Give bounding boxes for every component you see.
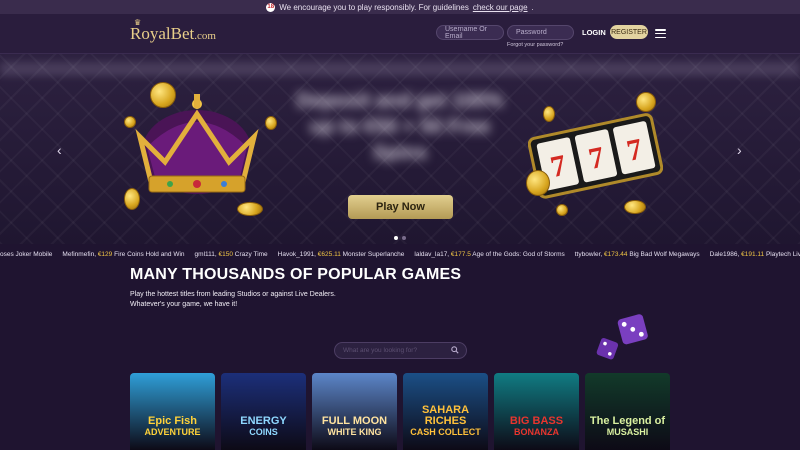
game-tiles: Epic Fish ADVENTURE ENERGY COINS FULL MOON WH… xyxy=(130,373,670,450)
password-input[interactable]: Password xyxy=(507,25,574,40)
blurred-strip xyxy=(0,62,800,76)
ticker-game[interactable]: Joker Mobile xyxy=(16,251,53,258)
ticker-item: gml111, €150 Crazy Time xyxy=(195,251,268,258)
gold-coin-icon xyxy=(150,82,176,108)
ticker-item: ttybowler, €173.44 Big Bad Wolf Megaways xyxy=(575,251,700,258)
carousel-dot[interactable] xyxy=(402,236,406,240)
ticker-item: oses Joker Mobile xyxy=(0,251,52,258)
game-tile[interactable]: The Legend of MUSASHI xyxy=(585,373,670,450)
ticker-game[interactable]: Age of the Gods: God of Storms xyxy=(472,251,565,258)
crown-icon: ♛ xyxy=(134,18,142,27)
game-title: Epic Fish ADVENTURE xyxy=(144,415,201,438)
hamburger-menu-icon[interactable] xyxy=(655,29,666,38)
ticker-amount: €191.11 xyxy=(741,250,766,258)
gold-coin-icon xyxy=(636,92,656,112)
ticker-game[interactable]: Playtech Live Roulette Lobby xyxy=(766,251,800,258)
game-tile[interactable]: Epic Fish ADVENTURE xyxy=(130,373,215,450)
gold-coin-icon xyxy=(124,116,136,128)
ticker-game[interactable]: Fire Coins Hold and Win xyxy=(114,251,184,258)
section-subtitle: Play the hottest titles from leading Stu… xyxy=(130,291,336,308)
carousel-next-icon[interactable]: › xyxy=(737,142,742,158)
ticker-user: ttybowler, xyxy=(574,250,605,258)
royalbet-logo[interactable]: ♛ RoyalBet.com xyxy=(130,18,216,44)
responsible-gaming-bar: 18 We encourage you to play responsibly.… xyxy=(0,0,800,14)
game-tile[interactable]: FULL MOON WHITE KING xyxy=(312,373,397,450)
register-button[interactable]: REGISTER xyxy=(610,25,648,39)
crown-illustration xyxy=(135,94,259,194)
ticker-amount: €625.11 xyxy=(317,250,343,258)
ticker-item: laldav_la17, €177.5 Age of the Gods: God… xyxy=(414,251,564,258)
ticker-user: Dale1986, xyxy=(709,250,742,258)
ticker-user: laldav_la17, xyxy=(414,250,451,258)
ticker-user: Mefinmefin, xyxy=(62,250,98,258)
responsible-gaming-text: We encourage you to play responsibly. Fo… xyxy=(279,2,469,12)
dice-illustration xyxy=(596,314,648,360)
ticker-amount: €177.5 xyxy=(450,250,473,258)
ticker-amount: €173.44 xyxy=(604,250,630,258)
guidelines-link[interactable]: check our page xyxy=(473,3,528,12)
game-search-input[interactable]: What are you looking for? xyxy=(334,342,467,359)
game-tile[interactable]: SAHARA RICHES CASH COLLECT xyxy=(403,373,488,450)
ticker-game[interactable]: Crazy Time xyxy=(235,251,268,258)
ticker-amount: €129 xyxy=(97,250,115,258)
carousel-dot-active[interactable] xyxy=(394,236,398,240)
promo-text: Deposit and get 100% up to €50 + 50 Free… xyxy=(296,90,504,164)
game-tile[interactable]: BIG BASS BONANZA xyxy=(494,373,579,450)
carousel-prev-icon[interactable]: ‹ xyxy=(57,142,62,158)
username-input[interactable]: Username Or Email xyxy=(436,25,504,40)
game-title: The Legend of MUSASHI xyxy=(589,415,666,438)
gold-coin-icon xyxy=(265,116,277,130)
winners-ticker: oses Joker Mobile Mefinmefin, €129 Fire C… xyxy=(0,247,800,261)
game-title: FULL MOON WHITE KING xyxy=(321,415,388,438)
hero-banner: ‹ › Deposit and get 100% up to €50 + 50 … xyxy=(0,54,800,244)
login-button[interactable]: LOGIN xyxy=(582,28,606,37)
gold-coin-icon xyxy=(543,106,555,122)
ticker-game[interactable]: Monster Superlanche xyxy=(343,251,405,258)
game-title: ENERGY COINS xyxy=(240,415,287,438)
game-title: SAHARA RICHES CASH COLLECT xyxy=(410,404,481,438)
ticker-amount: €150 xyxy=(218,250,235,258)
game-title: BIG BASS BONANZA xyxy=(509,415,564,438)
gold-coin-icon xyxy=(237,202,263,216)
gold-coin-icon xyxy=(124,188,140,210)
gold-coin-icon xyxy=(526,170,550,196)
ticker-user: oses xyxy=(0,250,16,258)
game-tile[interactable]: ENERGY COINS xyxy=(221,373,306,450)
gold-coin-icon xyxy=(556,204,568,216)
play-now-button[interactable]: Play Now xyxy=(348,195,453,219)
gold-coin-icon xyxy=(624,200,646,214)
ticker-item: Havok_1991, €625.11 Monster Superlanche xyxy=(278,251,405,258)
ticker-user: Havok_1991, xyxy=(277,250,318,258)
site-header: ♛ RoyalBet.com Username Or Email Password… xyxy=(0,14,800,54)
carousel-dots xyxy=(394,236,406,240)
ticker-item: Mefinmefin, €129 Fire Coins Hold and Win xyxy=(62,251,184,258)
forgot-password-link[interactable]: Forgot your password? xyxy=(507,42,563,48)
18-plus-icon: 18 xyxy=(266,2,276,12)
search-icon[interactable] xyxy=(451,346,459,354)
ticker-item: Dale1986, €191.11 Playtech Live Roulette… xyxy=(710,251,800,258)
ticker-user: gml111, xyxy=(194,250,219,258)
ticker-game[interactable]: Big Bad Wolf Megaways xyxy=(629,251,699,258)
section-title: MANY THOUSANDS OF POPULAR GAMES xyxy=(130,266,462,283)
